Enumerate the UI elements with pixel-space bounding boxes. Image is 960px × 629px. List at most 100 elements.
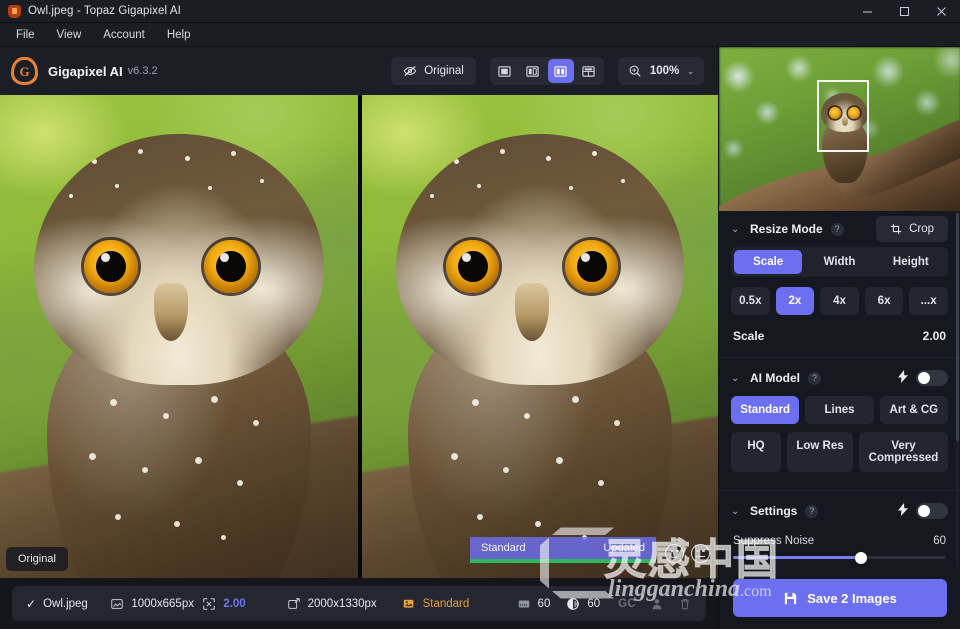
- tab-scale[interactable]: Scale: [734, 250, 802, 274]
- maximize-button[interactable]: [886, 0, 923, 23]
- view-mode-split[interactable]: [520, 59, 546, 83]
- image-canvas[interactable]: Original: [0, 95, 718, 578]
- canvas-pane-enhanced[interactable]: [362, 95, 718, 578]
- brand-logo: G Gigapixel AI v6.3.2: [11, 57, 158, 85]
- settings-title: Settings: [750, 504, 797, 518]
- resize-icon: [202, 597, 216, 611]
- menu-help-label: Help: [167, 29, 191, 41]
- model-icon: [402, 597, 416, 611]
- section-resize-mode[interactable]: ⌄ Resize Mode ? Crop: [719, 211, 960, 247]
- tab-width[interactable]: Width: [805, 250, 873, 274]
- zoom-control[interactable]: 100% ⌄: [618, 57, 704, 85]
- app-toolbar: G Gigapixel AI v6.3.2 Original: [0, 47, 718, 95]
- check-icon: ✓: [26, 597, 36, 611]
- title-bar: Owl.jpeg - Topaz Gigapixel AI: [0, 0, 960, 23]
- menu-view[interactable]: View: [47, 26, 92, 44]
- original-badge: Original: [6, 547, 68, 571]
- image-navigator[interactable]: [719, 47, 960, 211]
- ai-model-hq[interactable]: HQ: [731, 432, 781, 472]
- status-blur-value: 60: [587, 598, 600, 610]
- settings-auto-toggle[interactable]: [916, 503, 948, 519]
- navigator-thumbnail: [719, 47, 960, 211]
- blur-icon: [566, 597, 580, 611]
- ai-model-art-cg[interactable]: Art & CG: [880, 396, 948, 424]
- ai-model-row-2: HQ Low Res Very Compressed: [719, 432, 960, 480]
- status-blur: 60: [566, 597, 600, 611]
- processing-status-overlay: Standard Updated: [470, 537, 656, 563]
- status-face-recovery[interactable]: [650, 597, 664, 611]
- chevron-down-icon: ⌄: [687, 67, 694, 76]
- noise-icon: [517, 597, 531, 611]
- status-gc[interactable]: GC: [618, 598, 636, 610]
- trash-icon: [678, 597, 692, 611]
- menu-account[interactable]: Account: [93, 26, 155, 44]
- slider-fill: [733, 556, 861, 559]
- menu-help[interactable]: Help: [157, 26, 201, 44]
- original-toggle-button[interactable]: Original: [391, 57, 476, 85]
- section-ai-model[interactable]: ⌄ AI Model ?: [719, 360, 960, 396]
- section-divider: [719, 357, 960, 358]
- crop-button[interactable]: Crop: [876, 216, 948, 242]
- scale-preset-6x[interactable]: 6x: [865, 287, 904, 315]
- help-icon[interactable]: ?: [808, 372, 821, 385]
- view-mode-group: [490, 57, 604, 85]
- ai-model-row-1: Standard Lines Art & CG: [719, 396, 960, 432]
- scale-label: Scale: [733, 329, 764, 343]
- status-noise: 60: [517, 597, 551, 611]
- save-images-button[interactable]: Save 2 Images: [733, 579, 947, 617]
- brand-name: Gigapixel AI: [48, 64, 123, 79]
- suppress-noise-slider[interactable]: [733, 556, 946, 559]
- ai-model-low-res[interactable]: Low Res: [787, 432, 853, 472]
- canvas-pane-original[interactable]: Original: [0, 95, 358, 578]
- ai-model-auto-toggle[interactable]: [916, 370, 948, 386]
- save-images-label: Save 2 Images: [807, 591, 897, 606]
- status-filename: ✓ Owl.jpeg: [26, 597, 110, 611]
- menu-account-label: Account: [103, 29, 145, 41]
- minimize-button[interactable]: [849, 0, 886, 23]
- status-bar: ✓ Owl.jpeg 1000x665px 2.00: [0, 578, 718, 629]
- file-status-card: ✓ Owl.jpeg 1000x665px 2.00: [12, 586, 706, 621]
- suppress-noise-value[interactable]: 60: [933, 535, 946, 547]
- feedback-neutral-icon[interactable]: [691, 544, 710, 563]
- view-mode-single[interactable]: [492, 59, 518, 83]
- view-mode-grid[interactable]: [576, 59, 602, 83]
- panel-scrollbar-thumb[interactable]: [956, 213, 959, 441]
- ai-model-lines[interactable]: Lines: [805, 396, 873, 424]
- menu-file[interactable]: File: [6, 26, 45, 44]
- scale-preset-custom[interactable]: ...x: [909, 287, 948, 315]
- original-button-label: Original: [424, 65, 464, 77]
- eye-off-icon: [403, 64, 417, 78]
- close-button[interactable]: [923, 0, 960, 23]
- tab-height[interactable]: Height: [877, 250, 945, 274]
- status-output-size: 2000x1330px: [287, 597, 402, 611]
- help-icon[interactable]: ?: [831, 223, 844, 236]
- save-bar: Save 2 Images: [719, 567, 960, 629]
- status-scale: 2.00: [202, 597, 286, 611]
- ai-model-very-compressed[interactable]: Very Compressed: [859, 432, 948, 472]
- overlay-state-label: Updated: [603, 542, 645, 554]
- scale-value[interactable]: 2.00: [923, 329, 946, 343]
- chevron-down-icon: ⌄: [731, 373, 742, 384]
- status-input-size-label: 1000x665px: [131, 598, 194, 610]
- ai-model-standard[interactable]: Standard: [731, 396, 799, 424]
- navigator-selection-rect[interactable]: [817, 80, 869, 152]
- save-disk-icon: [783, 591, 798, 606]
- status-model-label: Standard: [423, 598, 470, 610]
- slider-handle[interactable]: [855, 552, 867, 564]
- view-mode-side-by-side[interactable]: [548, 59, 574, 83]
- canvas-split-divider[interactable]: [358, 95, 362, 578]
- help-icon[interactable]: ?: [805, 505, 818, 518]
- window-title: Owl.jpeg - Topaz Gigapixel AI: [28, 5, 181, 17]
- feedback-happy-icon[interactable]: [665, 544, 684, 563]
- scale-preset-2x[interactable]: 2x: [776, 287, 815, 315]
- suppress-noise-slider-block: Suppress Noise 60: [719, 529, 960, 569]
- status-model: Standard: [402, 597, 517, 611]
- overlay-progress-bar: [470, 559, 656, 563]
- toolbar-controls: Original: [391, 57, 704, 85]
- status-delete[interactable]: [678, 597, 692, 611]
- section-settings[interactable]: ⌄ Settings ?: [719, 493, 960, 529]
- topaz-logo-icon: [8, 5, 21, 18]
- scale-preset-0-5x[interactable]: 0.5x: [731, 287, 770, 315]
- status-filename-label: Owl.jpeg: [43, 598, 88, 610]
- scale-preset-4x[interactable]: 4x: [820, 287, 859, 315]
